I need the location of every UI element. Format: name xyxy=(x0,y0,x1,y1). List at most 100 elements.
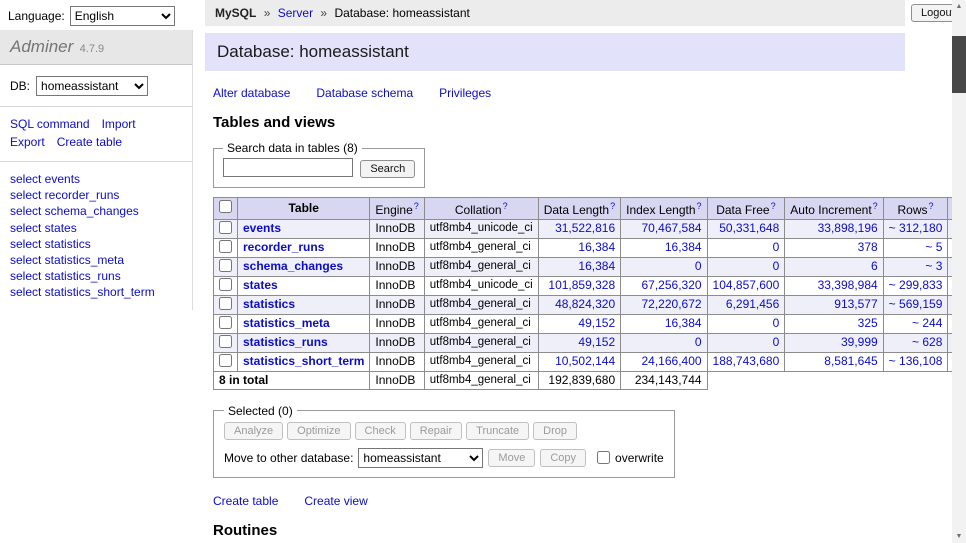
sidebar-select-events[interactable]: select events xyxy=(10,171,182,187)
sidebar-action-import[interactable]: Import xyxy=(102,117,136,131)
table-link-states[interactable]: states xyxy=(243,278,278,292)
language-select[interactable]: English xyxy=(70,6,175,26)
search-input[interactable] xyxy=(223,158,353,177)
move-button[interactable]: Move xyxy=(488,449,535,467)
cell-rows-link[interactable]: ~ 299,833 xyxy=(889,278,943,292)
row-checkbox[interactable] xyxy=(219,297,232,310)
cell-rows-link[interactable]: ~ 5 xyxy=(925,240,942,254)
db-link-privileges[interactable]: Privileges xyxy=(439,86,491,100)
cell-data-free-link[interactable]: 6,291,456 xyxy=(726,297,779,311)
scrollbar-up-arrow-icon[interactable]: ▲ xyxy=(952,0,966,13)
cell-auto-increment-link[interactable]: 33,898,196 xyxy=(818,221,878,235)
cell-data-free-link[interactable]: 104,857,600 xyxy=(713,278,780,292)
link-create-view[interactable]: Create view xyxy=(304,494,367,508)
cell-data-free-link[interactable]: 0 xyxy=(773,240,780,254)
db-link-alter-database[interactable]: Alter database xyxy=(213,86,290,100)
scrollbar-down-arrow-icon[interactable]: ▼ xyxy=(952,530,966,543)
cell-index-length-link[interactable]: 70,467,584 xyxy=(641,221,701,235)
sidebar-action-export[interactable]: Export xyxy=(10,135,45,149)
sidebar-action-sql-command[interactable]: SQL command xyxy=(10,117,90,131)
sidebar-action-create-table[interactable]: Create table xyxy=(57,135,122,149)
help-link[interactable]: ? xyxy=(929,201,934,211)
breadcrumb-server-link[interactable]: Server xyxy=(278,6,313,20)
cell-index-length-link[interactable]: 16,384 xyxy=(665,240,702,254)
selected-action-analyze[interactable]: Analyze xyxy=(224,422,283,440)
help-link[interactable]: ? xyxy=(503,201,508,211)
table-link-schema-changes[interactable]: schema_changes xyxy=(243,259,343,273)
cell-auto-increment-link[interactable]: 33,398,984 xyxy=(818,278,878,292)
cell-data-free-link[interactable]: 50,331,648 xyxy=(719,221,779,235)
select-all-checkbox[interactable] xyxy=(219,200,232,213)
cell-data-free-link[interactable]: 0 xyxy=(773,335,780,349)
cell-index-length-link[interactable]: 24,166,400 xyxy=(641,354,701,368)
sidebar-select-states[interactable]: select states xyxy=(10,220,182,236)
cell-index-length-link[interactable]: 72,220,672 xyxy=(641,297,701,311)
help-link[interactable]: ? xyxy=(610,201,615,211)
cell-data-free-link[interactable]: 0 xyxy=(773,316,780,330)
cell-auto-increment-link[interactable]: 6 xyxy=(871,259,878,273)
row-checkbox[interactable] xyxy=(219,354,232,367)
cell-rows-link[interactable]: ~ 244 xyxy=(912,316,942,330)
cell-index-length-link[interactable]: 16,384 xyxy=(665,316,702,330)
help-link[interactable]: ? xyxy=(414,201,419,211)
help-link[interactable]: ? xyxy=(697,201,702,211)
cell-data-length-link[interactable]: 49,152 xyxy=(578,335,615,349)
cell-auto-increment-link[interactable]: 325 xyxy=(858,316,878,330)
sidebar-select-statistics[interactable]: select statistics xyxy=(10,236,182,252)
cell-auto-increment-link[interactable]: 378 xyxy=(858,240,878,254)
selected-action-truncate[interactable]: Truncate xyxy=(466,422,529,440)
db-link-database-schema[interactable]: Database schema xyxy=(316,86,413,100)
cell-data-length-link[interactable]: 16,384 xyxy=(578,259,615,273)
table-link-statistics[interactable]: statistics xyxy=(243,297,295,311)
scrollbar[interactable]: ▲ ▼ xyxy=(952,0,966,543)
link-create-table[interactable]: Create table xyxy=(213,494,278,508)
cell-data-free-link[interactable]: 0 xyxy=(773,259,780,273)
row-checkbox[interactable] xyxy=(219,335,232,348)
row-checkbox[interactable] xyxy=(219,278,232,291)
cell-index-length-link[interactable]: 67,256,320 xyxy=(641,278,701,292)
db-select[interactable]: homeassistant xyxy=(36,76,148,96)
move-database-select[interactable]: homeassistant xyxy=(358,448,483,468)
help-link[interactable]: ? xyxy=(771,201,776,211)
cell-rows-link[interactable]: ~ 569,159 xyxy=(889,297,943,311)
cell-data-length-link[interactable]: 49,152 xyxy=(578,316,615,330)
row-checkbox[interactable] xyxy=(219,316,232,329)
cell-auto-increment-link[interactable]: 8,581,645 xyxy=(824,354,877,368)
selected-action-optimize[interactable]: Optimize xyxy=(287,422,350,440)
cell-data-length-link[interactable]: 16,384 xyxy=(578,240,615,254)
scrollbar-thumb[interactable] xyxy=(952,36,966,93)
copy-button[interactable]: Copy xyxy=(540,449,586,467)
overwrite-checkbox[interactable] xyxy=(597,451,610,464)
cell-data-length-link[interactable]: 101,859,328 xyxy=(548,278,615,292)
table-link-statistics-short-term[interactable]: statistics_short_term xyxy=(243,354,364,368)
sidebar-select-schema-changes[interactable]: select schema_changes xyxy=(10,203,182,219)
table-link-statistics-meta[interactable]: statistics_meta xyxy=(243,316,330,330)
cell-index-length-link[interactable]: 0 xyxy=(695,335,702,349)
cell-rows-link[interactable]: ~ 628 xyxy=(912,335,942,349)
cell-data-length-link[interactable]: 31,522,816 xyxy=(555,221,615,235)
table-link-statistics-runs[interactable]: statistics_runs xyxy=(243,335,328,349)
sidebar-select-statistics-runs[interactable]: select statistics_runs xyxy=(10,268,182,284)
cell-rows-link[interactable]: ~ 312,180 xyxy=(889,221,943,235)
cell-data-free-link[interactable]: 188,743,680 xyxy=(713,354,780,368)
cell-rows-link[interactable]: ~ 3 xyxy=(925,259,942,273)
sidebar-select-statistics-short-term[interactable]: select statistics_short_term xyxy=(10,284,182,300)
cell-rows-link[interactable]: ~ 136,108 xyxy=(889,354,943,368)
cell-data-length-link[interactable]: 10,502,144 xyxy=(555,354,615,368)
selected-action-check[interactable]: Check xyxy=(355,422,406,440)
cell-index-length-link[interactable]: 0 xyxy=(695,259,702,273)
sidebar-select-statistics-meta[interactable]: select statistics_meta xyxy=(10,252,182,268)
selected-action-repair[interactable]: Repair xyxy=(410,422,462,440)
row-checkbox[interactable] xyxy=(219,221,232,234)
cell-data-length-link[interactable]: 48,824,320 xyxy=(555,297,615,311)
selected-action-drop[interactable]: Drop xyxy=(533,422,577,440)
table-link-recorder-runs[interactable]: recorder_runs xyxy=(243,240,324,254)
row-checkbox[interactable] xyxy=(219,259,232,272)
cell-auto-increment-link[interactable]: 39,999 xyxy=(841,335,878,349)
cell-auto-increment-link[interactable]: 913,577 xyxy=(834,297,877,311)
row-checkbox[interactable] xyxy=(219,240,232,253)
search-button[interactable]: Search xyxy=(360,160,415,178)
sidebar-select-recorder-runs[interactable]: select recorder_runs xyxy=(10,187,182,203)
breadcrumb-mysql-link[interactable]: MySQL xyxy=(215,6,256,20)
help-link[interactable]: ? xyxy=(873,201,878,211)
